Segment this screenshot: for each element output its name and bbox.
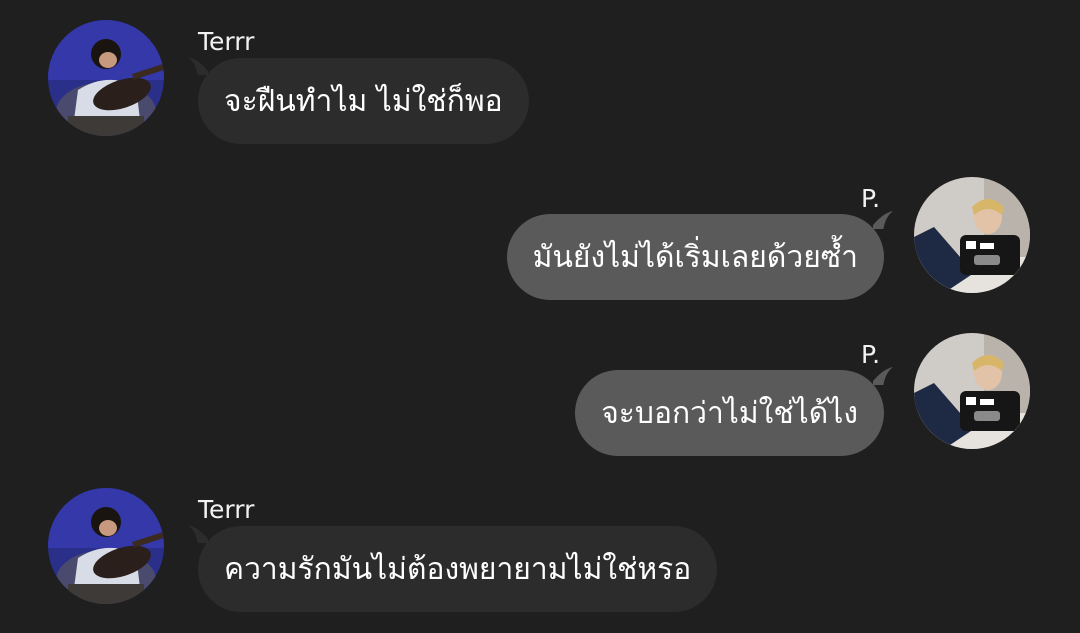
sender-name: P. [861, 184, 881, 213]
bubble-tail [188, 57, 208, 75]
person-with-phone-avatar[interactable] [914, 333, 1030, 449]
bubble-tail [873, 211, 893, 229]
message-row: P. จะบอกว่าไม่ใช่ได้ไง [0, 326, 1080, 466]
message-bubble[interactable]: มันยังไม่ได้เริ่มเลยด้วยซ้ำ [506, 214, 884, 300]
message-bubble[interactable]: จะบอกว่าไม่ใช่ได้ไง [575, 370, 884, 456]
chat-thread: Terrr จะฝืนทำไม ไม่ใช่ก็พอ P. มันยังไม่ไ… [0, 0, 1080, 633]
guitar-player-avatar[interactable] [48, 20, 164, 136]
message-row: P. มันยังไม่ได้เริ่มเลยด้วยซ้ำ [0, 170, 1080, 310]
person-with-phone-avatar[interactable] [914, 177, 1030, 293]
message-text: มันยังไม่ได้เริ่มเลยด้วยซ้ำ [532, 239, 858, 275]
message-text: จะบอกว่าไม่ใช่ได้ไง [601, 395, 858, 431]
message-text: ความรักมันไม่ต้องพยายามไม่ใช่หรอ [224, 551, 692, 587]
bubble-tail [188, 525, 208, 543]
sender-name: Terrr [198, 27, 255, 56]
message-bubble[interactable]: ความรักมันไม่ต้องพยายามไม่ใช่หรอ [198, 526, 718, 612]
sender-name: Terrr [198, 495, 255, 524]
message-row: Terrr ความรักมันไม่ต้องพยายามไม่ใช่หรอ [0, 468, 1080, 633]
message-bubble[interactable]: จะฝืนทำไม ไม่ใช่ก็พอ [198, 58, 529, 144]
sender-name: P. [861, 340, 881, 369]
message-text: จะฝืนทำไม ไม่ใช่ก็พอ [224, 83, 503, 119]
message-row: Terrr จะฝืนทำไม ไม่ใช่ก็พอ [0, 0, 1080, 150]
guitar-player-avatar[interactable] [48, 488, 164, 604]
bubble-tail [873, 367, 893, 385]
